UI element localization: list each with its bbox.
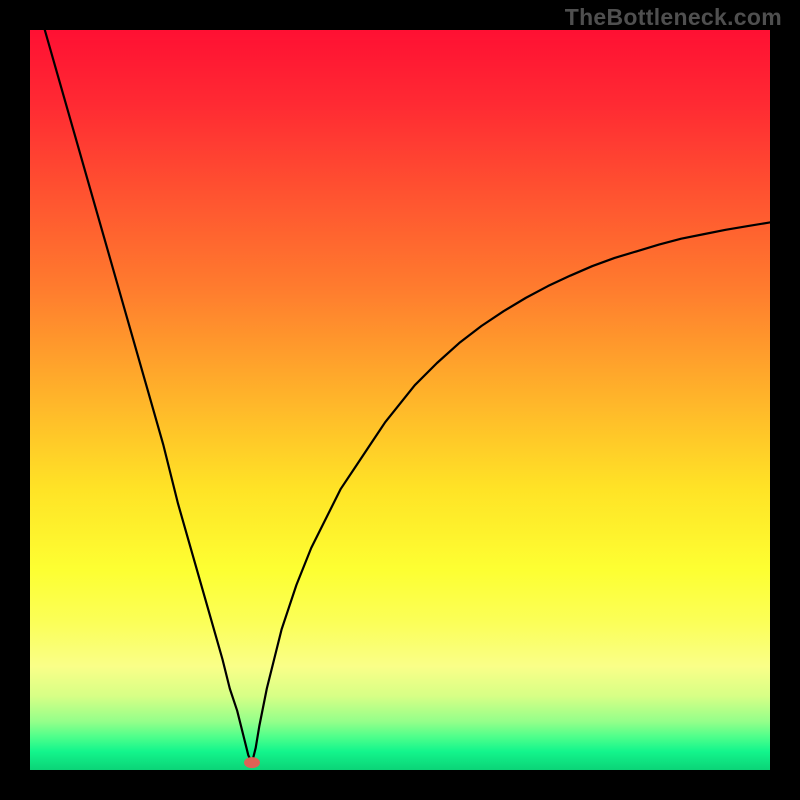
bottleneck-curve-chart: [30, 30, 770, 770]
chart-container: TheBottleneck.com: [0, 0, 800, 800]
watermark-text: TheBottleneck.com: [565, 4, 782, 31]
plot-area: [30, 30, 770, 770]
optimal-point-marker: [244, 757, 260, 768]
gradient-background: [30, 30, 770, 770]
